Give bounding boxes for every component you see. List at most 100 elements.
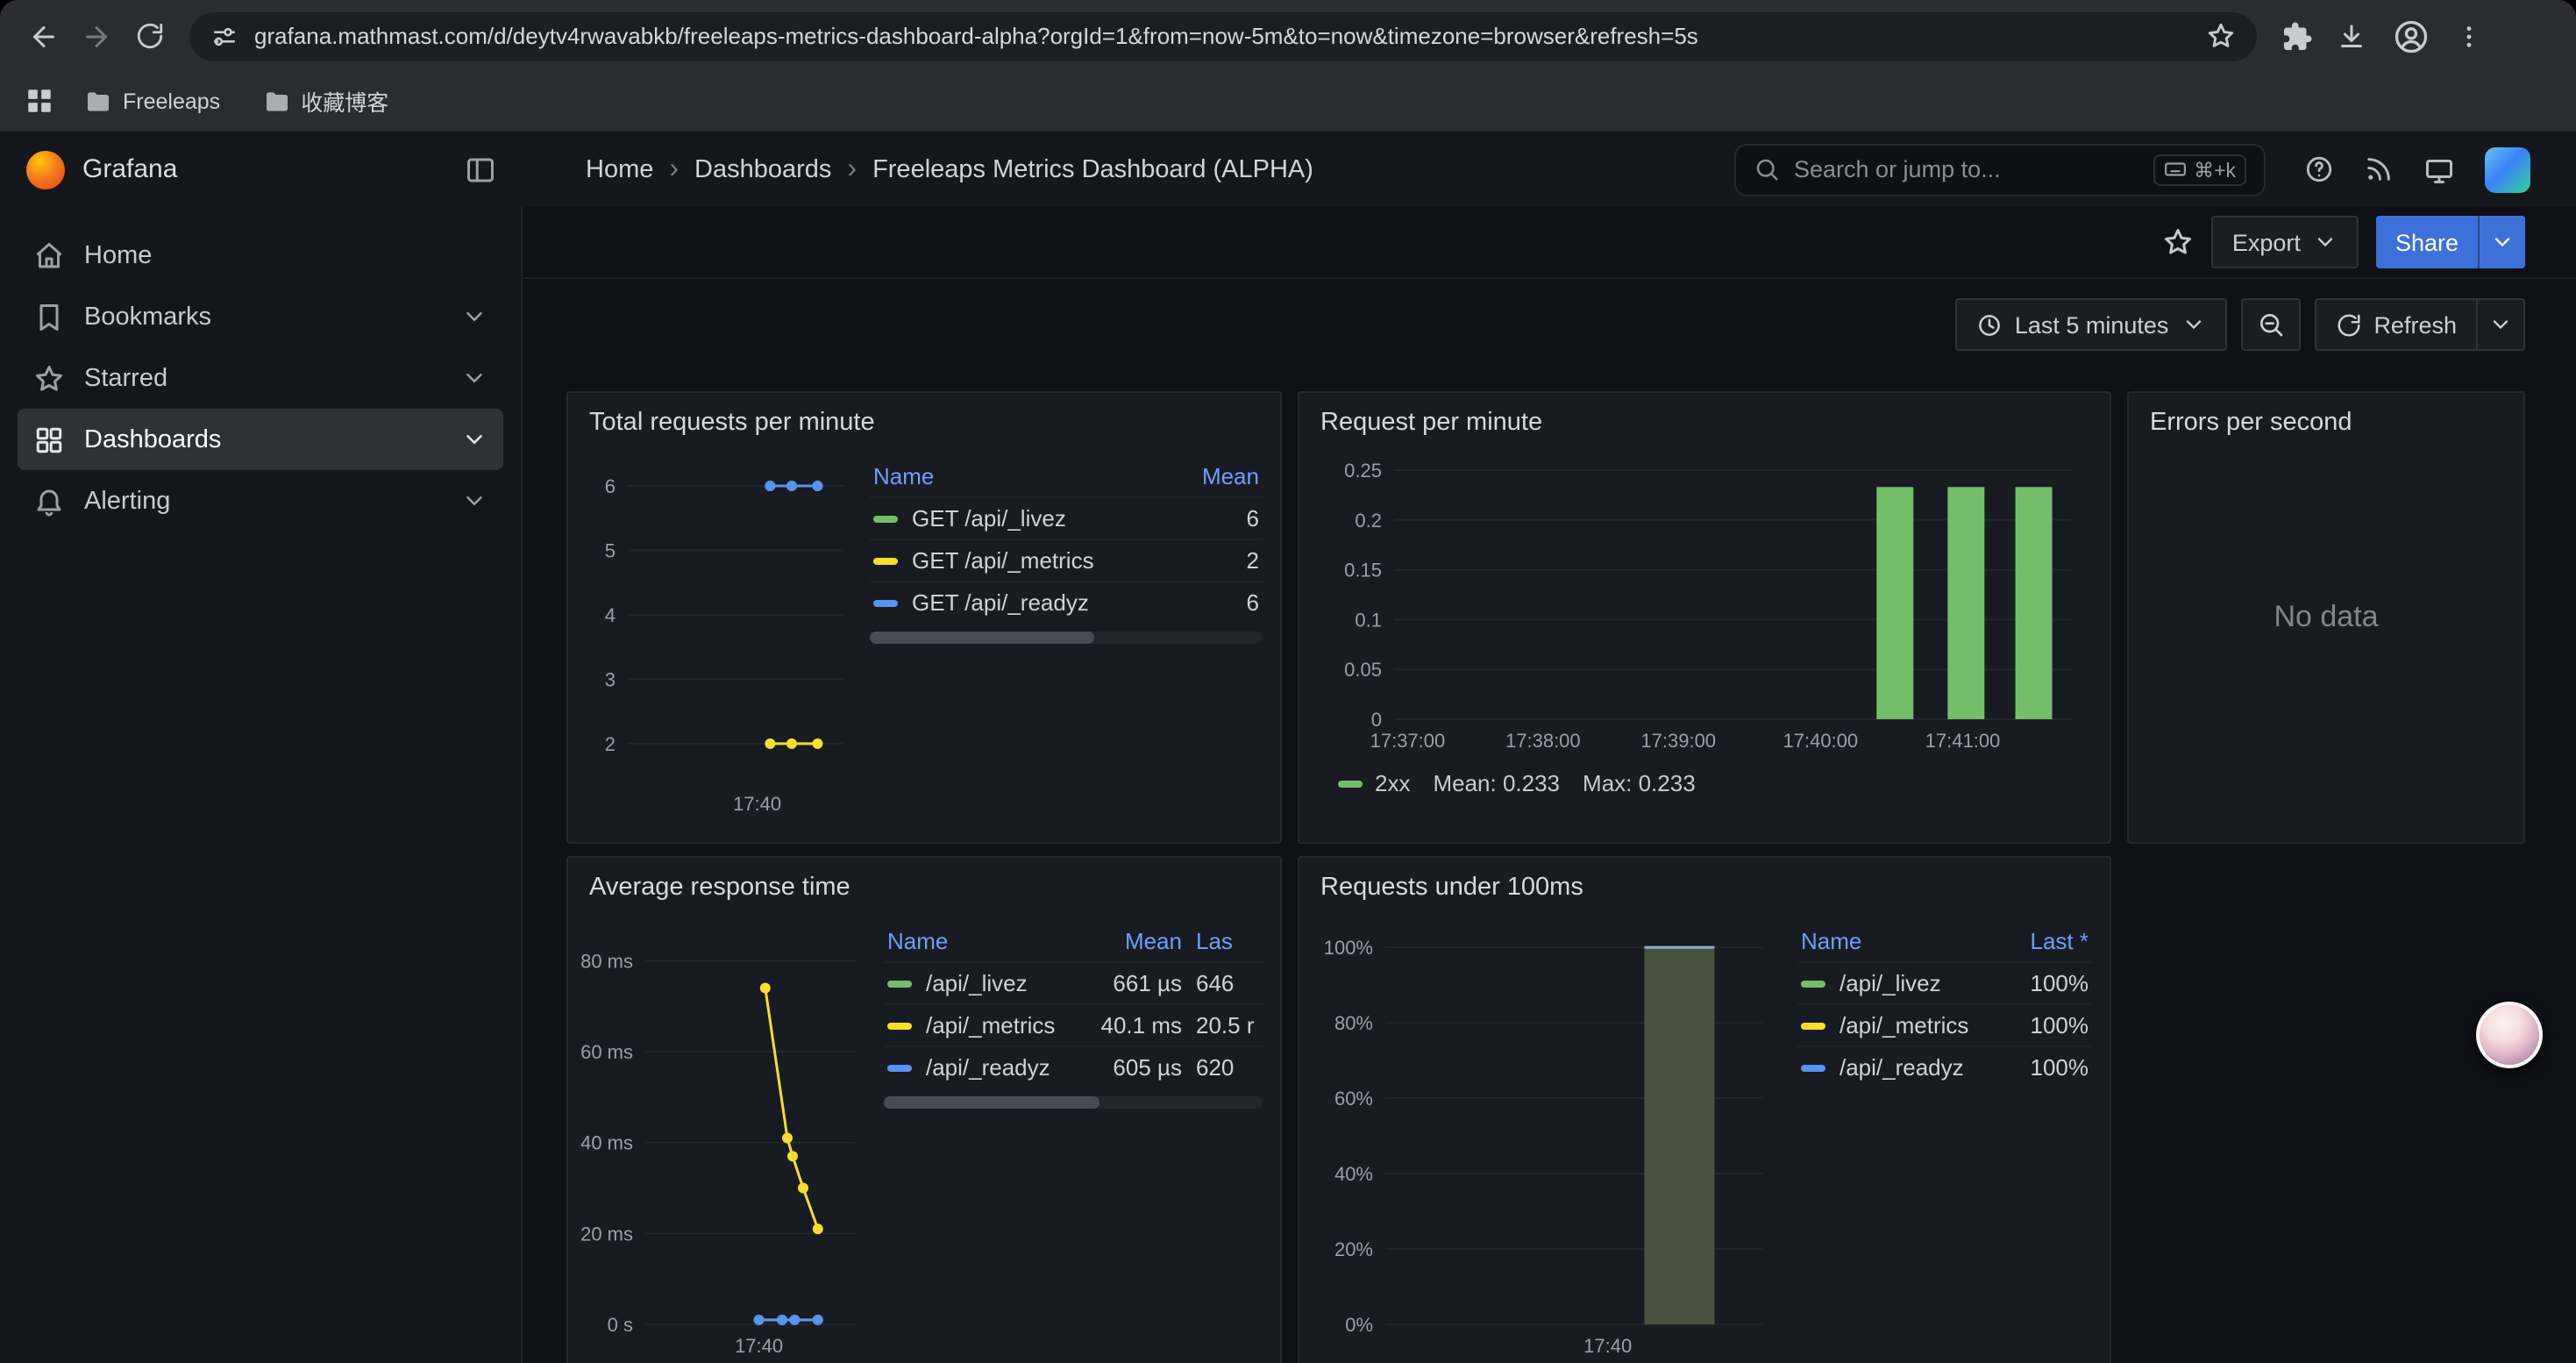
downloads-icon[interactable] (2336, 20, 2367, 52)
time-range-picker[interactable]: Last 5 minutes (1955, 298, 2227, 351)
legend-col-last[interactable]: Last * (1987, 928, 2089, 954)
dashboard-main: Export Share Last 5 minutes (523, 207, 2576, 1363)
favorite-dashboard-button[interactable] (2162, 226, 2194, 258)
help-icon[interactable] (2304, 154, 2334, 184)
dashboards-grid-icon (33, 424, 65, 455)
series-name[interactable]: /api/_livez (1839, 970, 1987, 996)
legend-col-name[interactable]: Name (873, 463, 1175, 489)
series-color-dash[interactable] (887, 1064, 912, 1071)
search-shortcut-badge: ⌘+k (2153, 153, 2246, 185)
sidebar-item-starred[interactable]: Starred (18, 347, 503, 409)
chevron-down-icon (2313, 230, 2338, 254)
refresh-interval-toggle[interactable] (2478, 298, 2525, 351)
legend-col-last[interactable]: Las (1182, 928, 1259, 954)
chevron-down-icon (2181, 312, 2205, 337)
reload-button[interactable] (123, 10, 175, 62)
svg-text:20 ms: 20 ms (580, 1223, 633, 1245)
series-name[interactable]: /api/_livez (926, 970, 1080, 996)
org-avatar[interactable] (2485, 146, 2530, 192)
sidebar-item-label: Dashboards (84, 425, 221, 453)
home-icon (33, 239, 65, 271)
dock-sidebar-icon[interactable] (465, 153, 496, 185)
legend-table: Name Mean GET /api/_livez 6 GET /api/_me… (870, 460, 1263, 823)
legend-header: Name Mean (870, 460, 1263, 496)
panel-title[interactable]: Total requests per minute (568, 393, 1280, 442)
sidebar-item-home[interactable]: Home (18, 225, 503, 286)
extensions-icon[interactable] (2281, 20, 2313, 52)
panel-title[interactable]: Request per minute (1299, 393, 2110, 442)
panel-title[interactable]: Average response time (568, 858, 1280, 907)
series-name[interactable]: GET /api/_readyz (912, 589, 1175, 616)
series-color-dash[interactable] (1801, 1064, 1825, 1071)
rss-news-icon[interactable] (2364, 154, 2394, 184)
series-color-dash[interactable] (887, 980, 912, 987)
search-input[interactable]: Search or jump to... ⌘+k (1734, 143, 2266, 196)
series-last: 100% (1987, 970, 2089, 996)
series-name[interactable]: /api/_readyz (1839, 1054, 1987, 1081)
chevron-down-icon[interactable] (461, 426, 487, 453)
legend-col-mean[interactable]: Mean (1080, 928, 1182, 954)
toolbar-actions (2281, 15, 2483, 57)
sidebar-item-dashboards[interactable]: Dashboards (18, 409, 503, 470)
legend-table: Name Mean Las /api/_livez 661 µs 646 (884, 924, 1263, 1363)
panel-title[interactable]: Errors per second (2129, 393, 2523, 442)
forward-button[interactable] (70, 10, 123, 62)
series-color-dash[interactable] (1801, 1022, 1825, 1029)
chevron-down-icon[interactable] (461, 365, 487, 391)
sidebar-item-bookmarks[interactable]: Bookmarks (18, 286, 503, 347)
svg-text:17:40:00: 17:40:00 (1783, 730, 1859, 752)
monitor-icon[interactable] (2423, 153, 2455, 185)
zoom-out-button[interactable] (2240, 298, 2300, 351)
legend-col-name[interactable]: Name (1801, 928, 1987, 954)
browser-menu-icon[interactable] (2455, 22, 2483, 50)
series-color-dash[interactable] (887, 1022, 912, 1029)
legend-header: Name Last * (1797, 924, 2092, 961)
legend-scrollbar[interactable] (870, 632, 1263, 644)
export-button[interactable]: Export (2211, 216, 2359, 268)
bookmark-folder-freeleaps[interactable]: Freeleaps (72, 82, 232, 120)
series-name[interactable]: GET /api/_livez (912, 505, 1175, 532)
url-bar[interactable]: grafana.mathmast.com/d/deytv4rwavabkb/fr… (189, 11, 2257, 61)
legend-col-name[interactable]: Name (887, 928, 1080, 954)
series-name[interactable]: /api/_metrics (926, 1012, 1080, 1038)
panel-title[interactable]: Requests under 100ms (1299, 858, 2110, 907)
bookmark-star-icon[interactable] (2206, 21, 2236, 51)
panel-errors-per-second: Errors per second No data (2127, 391, 2525, 844)
share-label: Share (2376, 216, 2478, 268)
share-button[interactable]: Share (2376, 216, 2525, 268)
series-color-dash[interactable] (873, 557, 898, 564)
legend-col-mean[interactable]: Mean (1175, 463, 1259, 489)
chevron-down-icon[interactable] (461, 488, 487, 514)
series-name[interactable]: /api/_readyz (926, 1054, 1080, 1081)
bookmark-folder-blog[interactable]: 收藏博客 (250, 79, 401, 123)
refresh-button[interactable]: Refresh (2314, 298, 2478, 351)
profile-avatar[interactable] (2390, 15, 2432, 57)
svg-text:0.1: 0.1 (1355, 609, 1382, 631)
svg-text:60%: 60% (1334, 1088, 1373, 1110)
breadcrumb-home[interactable]: Home (586, 155, 653, 183)
series-color-dash[interactable] (1801, 980, 1825, 987)
series-name[interactable]: GET /api/_metrics (912, 547, 1175, 574)
site-info-icon[interactable] (210, 22, 238, 50)
series-color-dash[interactable] (873, 515, 898, 522)
svg-text:17:40: 17:40 (1583, 1335, 1632, 1357)
grafana-logo[interactable] (26, 150, 65, 189)
legend-row: GET /api/_readyz 6 (870, 581, 1263, 623)
keyboard-icon (2164, 158, 2187, 181)
series-color-dash[interactable] (873, 599, 898, 606)
series-name[interactable]: 2xx (1375, 770, 1410, 796)
series-name[interactable]: /api/_metrics (1839, 1012, 1987, 1038)
star-icon (2162, 226, 2194, 258)
panel-total-requests-per-minute: Total requests per minute 6543217:40 Nam… (566, 391, 1282, 844)
apps-grid-icon[interactable] (25, 86, 54, 116)
sidebar-item-alerting[interactable]: Alerting (18, 470, 503, 532)
breadcrumb-dashboards[interactable]: Dashboards (694, 155, 831, 183)
assistant-avatar-widget[interactable] (2476, 1002, 2543, 1068)
series-color-dash[interactable] (1338, 780, 1363, 787)
chevron-down-icon[interactable] (461, 303, 487, 330)
scrollbar-thumb[interactable] (870, 632, 1093, 644)
legend-scrollbar[interactable] (884, 1096, 1263, 1109)
share-menu-toggle[interactable] (2480, 216, 2525, 268)
scrollbar-thumb[interactable] (884, 1096, 1099, 1109)
back-button[interactable] (18, 10, 70, 62)
